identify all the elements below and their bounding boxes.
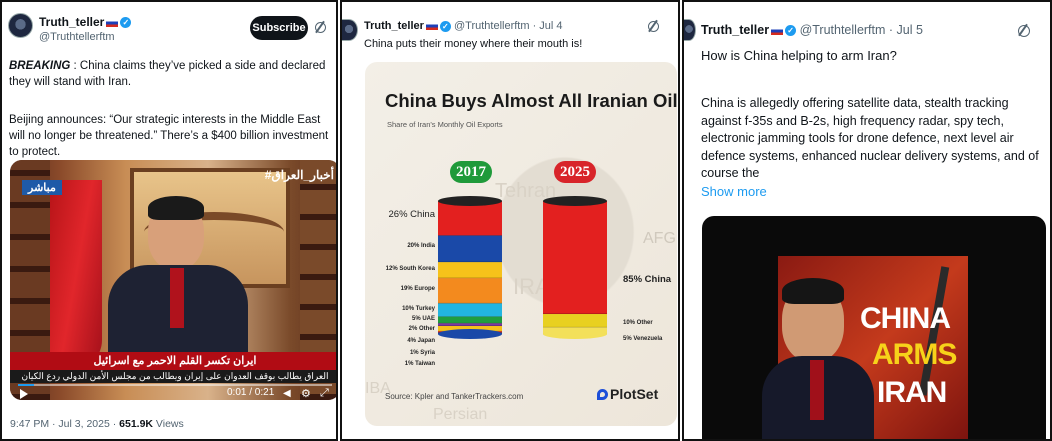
author-handle[interactable]: @Truthtellerftm · Jul 4 bbox=[454, 20, 563, 32]
label-2017-item: 10% Turkey bbox=[402, 306, 435, 312]
label-2017-item: 19% Europe bbox=[400, 286, 435, 292]
avatar[interactable] bbox=[8, 13, 33, 38]
verified-badge-icon: ✓ bbox=[120, 17, 132, 29]
author-label[interactable]: Truth_teller bbox=[39, 15, 104, 29]
tweet-panel-2: Truth_teller ✓ @Truthtellerftm · Jul 4 Ch… bbox=[340, 0, 680, 441]
barrel-2017-segment bbox=[438, 201, 502, 236]
label-2025-item: 85% China bbox=[623, 274, 672, 285]
tweet-panel-3: Truth_teller ✓ @Truthtellerftm · Jul 5 Ho… bbox=[682, 0, 1052, 441]
video-player[interactable]: مباشر #أخبار_العراق ايران تكسر القلم الا… bbox=[10, 160, 336, 400]
label-2017-item: 1% Syria bbox=[409, 350, 435, 356]
show-more-link[interactable]: Show more bbox=[701, 184, 767, 200]
views-label: Views bbox=[153, 418, 184, 430]
tweet-text-1: BREAKING : China claims they’ve picked a… bbox=[9, 58, 331, 90]
fullscreen-icon[interactable]: ⤢ bbox=[320, 387, 329, 400]
barrel-2025-segment bbox=[543, 201, 607, 315]
label-2017-item: 1% Taiwan bbox=[404, 361, 435, 367]
tweet-question: How is China helping to arm Iran? bbox=[701, 48, 897, 63]
live-badge: مباشر bbox=[22, 180, 62, 195]
avatar[interactable] bbox=[342, 19, 358, 41]
subscribe-button[interactable]: Subscribe bbox=[250, 16, 308, 40]
label-2017-item: 20% India bbox=[407, 243, 435, 249]
verified-badge-icon: ✓ bbox=[439, 20, 451, 32]
volume-icon[interactable]: ◀ bbox=[283, 388, 291, 399]
video-time: 0:01 / 0:21 bbox=[227, 387, 275, 398]
thumb-text-china: CHINA bbox=[860, 302, 951, 335]
label-2025-item: 10% Other bbox=[623, 320, 653, 326]
video-headline: ايران تكسر القلم الاحمر مع اسرائيل bbox=[10, 352, 336, 370]
barrel-2025-segment bbox=[543, 314, 607, 328]
view-count: 651.9K bbox=[119, 418, 153, 430]
barrel-2017-lid bbox=[438, 196, 502, 206]
thumbnail-card[interactable]: CHINA ARMS IRAN bbox=[702, 216, 1046, 439]
post-time[interactable]: 9:47 PM · Jul 3, 2025 · bbox=[10, 418, 119, 430]
grok-icon[interactable] bbox=[315, 22, 326, 33]
verified-badge-icon: ✓ bbox=[785, 25, 797, 37]
tweet-panel-1: Truth_teller ✓ @Truthtellerftm Subscribe … bbox=[0, 0, 338, 441]
barrel-2017-base bbox=[438, 329, 502, 339]
avatar[interactable] bbox=[684, 19, 696, 41]
tweet-text: China puts their money where their mouth… bbox=[364, 38, 583, 50]
author-handle[interactable]: @Truthtellerftm · Jul 5 bbox=[800, 23, 923, 37]
person-hair bbox=[782, 278, 844, 304]
china-flag bbox=[50, 180, 102, 370]
label-2017-item: 26% China bbox=[388, 209, 435, 220]
author-name[interactable]: Truth_teller ✓ bbox=[39, 15, 132, 29]
thumb-text-iran: IRAN bbox=[877, 376, 947, 409]
author-name[interactable]: Truth_teller bbox=[701, 23, 769, 37]
barrel-2017-segment bbox=[438, 235, 502, 263]
settings-icon[interactable]: ⚙ bbox=[301, 387, 311, 400]
plotset-logo-icon bbox=[597, 389, 608, 400]
infographic-card[interactable]: Tehran IRA AFG Persian IBA China Buys Al… bbox=[365, 62, 677, 426]
author-line[interactable]: Truth_teller ✓ @Truthtellerftm · Jul 5 bbox=[701, 23, 923, 37]
barrel-2025-base bbox=[543, 329, 607, 339]
barrel-2017-segment bbox=[438, 303, 502, 317]
barrel-2017-segment bbox=[438, 316, 502, 324]
video-ticker: العراق يطالب بوقف العدوان على إيران ويطا… bbox=[10, 370, 336, 383]
label-2025-item: 5% Venezuela bbox=[623, 336, 663, 342]
grok-icon[interactable] bbox=[1018, 25, 1030, 37]
russia-flag-icon bbox=[106, 18, 119, 27]
source-note: Source: Kpler and TankerTrackers.com bbox=[385, 392, 524, 401]
barrel-2025-lid bbox=[543, 196, 607, 206]
grok-icon[interactable] bbox=[648, 21, 659, 32]
plotset-logo: PlotSet bbox=[597, 386, 658, 402]
russia-flag-icon bbox=[771, 26, 784, 35]
speaker-hair bbox=[148, 196, 204, 220]
progress-fill bbox=[18, 384, 34, 386]
progress-track[interactable] bbox=[18, 384, 332, 386]
label-2017-item: 5% UAE bbox=[411, 316, 435, 322]
author-line[interactable]: Truth_teller ✓ @Truthtellerftm · Jul 4 bbox=[364, 20, 563, 32]
russia-flag-icon bbox=[425, 22, 438, 31]
plotset-logo-text: PlotSet bbox=[610, 386, 659, 402]
label-2017-item: 2% Other bbox=[408, 326, 435, 332]
barrel-2017-segment bbox=[438, 278, 502, 304]
thumb-text-arms: ARMS bbox=[872, 338, 957, 371]
person-tie bbox=[810, 360, 824, 420]
speaker-tie bbox=[170, 268, 184, 328]
breaking-label: BREAKING bbox=[9, 60, 71, 72]
tweet-body: China is allegedly offering satellite da… bbox=[701, 96, 1039, 180]
author-name[interactable]: Truth_teller bbox=[364, 20, 424, 32]
label-2017-item: 12% South Korea bbox=[385, 266, 435, 272]
barrel-2017-segment bbox=[438, 262, 502, 279]
tweet-meta: 9:47 PM · Jul 3, 2025 · 651.9K Views bbox=[10, 416, 184, 432]
label-2017-item: 4% Japan bbox=[407, 338, 435, 344]
tweet-text-2: Beijing announces: “Our strategic intere… bbox=[9, 114, 329, 158]
author-handle[interactable]: @Truthtellerftm bbox=[39, 31, 115, 43]
play-icon[interactable] bbox=[20, 389, 28, 399]
channel-watermark: #أخبار_العراق bbox=[264, 168, 334, 182]
